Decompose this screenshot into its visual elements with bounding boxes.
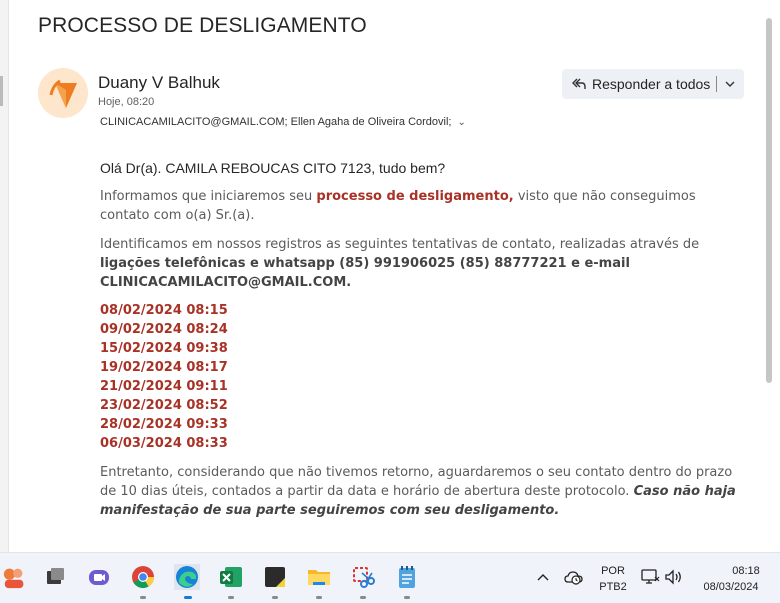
active-indicator (184, 596, 192, 599)
running-indicator (272, 596, 278, 599)
paragraph-intro: Informamos que iniciaremos seu processo … (100, 187, 700, 225)
sticky-notes-icon[interactable] (262, 564, 288, 590)
email-date: Hoje, 08:20 (98, 96, 155, 108)
reply-all-icon (572, 78, 586, 89)
scrollbar[interactable] (766, 18, 772, 383)
notepad-icon[interactable] (394, 564, 420, 590)
attempt-date: 08/02/2024 08:15 (100, 303, 228, 318)
paragraph-closing: Entretanto, considerando que não tivemos… (100, 463, 740, 520)
expand-recipients-icon[interactable]: ⌄ (457, 117, 465, 128)
people-widget-icon[interactable] (2, 564, 28, 590)
recipients-line: CLINICACAMILACITO@GMAIL.COM; Ellen Agaha… (100, 116, 466, 128)
clock-date[interactable]: 08/03/2024 (696, 581, 766, 593)
attempt-date: 15/02/2024 09:38 (100, 341, 228, 356)
attempt-date: 19/02/2024 08:17 (100, 360, 228, 375)
task-view-icon[interactable] (42, 564, 68, 590)
email-subject: PROCESSO DE DESLIGAMENTO (38, 14, 367, 37)
email-reading-pane: PROCESSO DE DESLIGAMENTO Duany V Balhuk … (0, 0, 780, 552)
network-icon[interactable] (640, 568, 660, 586)
chevron-up-icon[interactable] (536, 571, 550, 583)
contact-attempt-list: 08/02/2024 08:15 09/02/2024 08:24 15/02/… (100, 301, 228, 453)
running-indicator (140, 596, 146, 599)
attempt-date: 09/02/2024 08:24 (100, 322, 228, 337)
snipping-tool-icon[interactable] (350, 564, 376, 590)
language-indicator[interactable]: POR (596, 565, 630, 577)
greeting-line: Olá Dr(a). CAMILA REBOUCAS CITO 7123, tu… (100, 160, 446, 176)
edge-icon[interactable] (174, 564, 200, 590)
intro-text: Informamos que iniciaremos seu (100, 189, 317, 204)
video-call-icon[interactable] (86, 564, 112, 590)
attempt-date: 06/03/2024 08:33 (100, 436, 228, 451)
running-indicator (316, 596, 322, 599)
attempt-date: 23/02/2024 08:52 (100, 398, 228, 413)
pane-handle[interactable] (0, 76, 3, 106)
volume-icon[interactable] (664, 568, 684, 586)
running-indicator (404, 596, 410, 599)
attempt-date: 21/02/2024 09:11 (100, 379, 228, 394)
reply-all-label: Responder a todos (592, 76, 711, 92)
excel-icon[interactable] (218, 564, 244, 590)
contact-channels: ligações telefônicas e whatsapp (85) 991… (100, 256, 630, 290)
chevron-down-icon[interactable] (723, 77, 737, 91)
sender-avatar[interactable] (38, 68, 88, 118)
clock-time[interactable]: 08:18 (726, 565, 766, 577)
highlight-process: processo de desligamento, (316, 189, 514, 204)
company-logo-icon (49, 79, 77, 108)
onedrive-sync-icon[interactable] (564, 568, 584, 586)
attempt-date: 28/02/2024 09:33 (100, 417, 228, 432)
taskbar: POR PTB2 08:18 08/03/2024 (0, 552, 780, 603)
attempts-text: Identificamos em nossos registros as seg… (100, 237, 700, 252)
recipients-list[interactable]: CLINICACAMILACITO@GMAIL.COM; Ellen Agaha… (100, 116, 451, 128)
reply-all-button[interactable]: Responder a todos (562, 69, 744, 99)
folder-pane-edge (0, 0, 9, 552)
button-divider (716, 76, 717, 92)
chrome-icon[interactable] (130, 564, 156, 590)
sender-name[interactable]: Duany V Balhuk (98, 73, 220, 93)
paragraph-attempts: Identificamos em nossos registros as seg… (100, 235, 750, 292)
running-indicator (360, 596, 366, 599)
file-explorer-icon[interactable] (306, 564, 332, 590)
keyboard-layout[interactable]: PTB2 (596, 581, 630, 593)
running-indicator (228, 596, 234, 599)
